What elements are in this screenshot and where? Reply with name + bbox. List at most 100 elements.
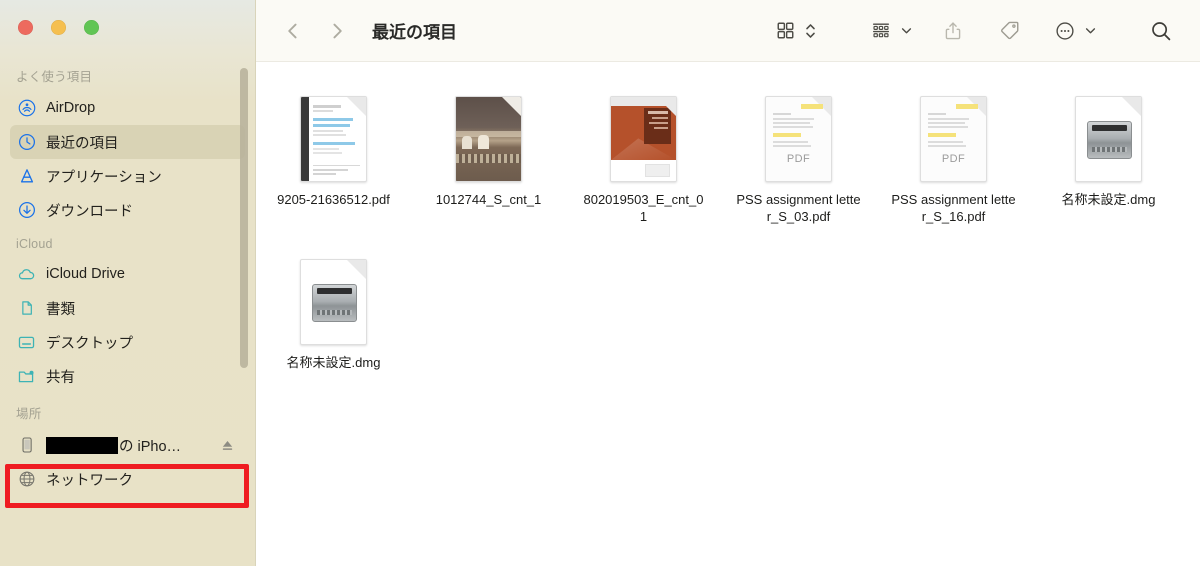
ellipsis-circle-icon: [1056, 21, 1074, 40]
page-title: 最近の項目: [372, 23, 457, 42]
sidebar-item-label: 共有: [46, 369, 75, 386]
main-panel: 最近の項目 9205-21636512.pdf 1012744_S_cnt_1 …: [256, 0, 1200, 566]
more-control-group: [1048, 14, 1098, 48]
chevron-up-down-icon: [805, 23, 815, 38]
view-control-group: [768, 14, 818, 48]
search-button[interactable]: [1144, 14, 1178, 48]
sidebar-item-network[interactable]: ネットワーク: [10, 462, 245, 496]
back-button[interactable]: [278, 16, 308, 46]
file-grid: 9205-21636512.pdf 1012744_S_cnt_1 802019…: [256, 62, 1200, 566]
file-item[interactable]: 802019503_E_cnt_01: [566, 84, 721, 225]
toolbar: 最近の項目: [256, 0, 1200, 62]
sidebar-item-label: アプリケーション: [46, 169, 162, 186]
brochure-preview-icon: [610, 96, 677, 182]
file-item[interactable]: PDF PSS assignment letter_S_16.pdf: [876, 84, 1031, 225]
file-item[interactable]: 1012744_S_cnt_1: [411, 84, 566, 225]
grid-view-icon: [777, 22, 793, 39]
sidebar-scrollbar[interactable]: [240, 68, 248, 368]
document-icon: [17, 299, 36, 318]
pdf-badge-label: PDF: [941, 153, 966, 165]
sidebar-item-label: デスクトップ: [46, 335, 133, 352]
chevron-down-icon: [901, 28, 911, 34]
sidebar-item-applications[interactable]: アプリケーション: [10, 159, 245, 193]
more-actions-button[interactable]: [1048, 14, 1082, 48]
finder-window: よく使う項目 AirDrop 最近の項目 アプリケーション ダウンロード iCl…: [0, 0, 1200, 566]
sidebar: よく使う項目 AirDrop 最近の項目 アプリケーション ダウンロード iCl…: [0, 0, 256, 566]
window-controls: [18, 20, 99, 35]
file-thumbnail: [455, 86, 522, 182]
sidebar-item-label: iCloud Drive: [46, 266, 125, 282]
file-name: 1012744_S_cnt_1: [435, 192, 542, 207]
downloads-icon: [17, 201, 36, 220]
pdf-icon: PDF: [765, 96, 832, 182]
group-by-control-group: [864, 14, 914, 48]
search-icon: [1152, 21, 1171, 40]
sidebar-item-label: 最近の項目: [46, 135, 119, 152]
pdf-badge-label: PDF: [786, 153, 811, 165]
file-item[interactable]: 名称未設定.dmg: [256, 247, 411, 371]
file-item[interactable]: PDF PSS assignment letter_S_03.pdf: [721, 84, 876, 225]
file-name: PSS assignment letter_S_16.pdf: [891, 192, 1016, 224]
file-item[interactable]: 9205-21636512.pdf: [256, 84, 411, 225]
grid-view-button[interactable]: [768, 14, 802, 48]
sidebar-item-label: ダウンロード: [46, 203, 133, 220]
maximize-button[interactable]: [84, 20, 99, 35]
sidebar-item-label: AirDrop: [46, 100, 96, 116]
network-globe-icon: [17, 470, 36, 489]
view-stepper-button[interactable]: [802, 20, 818, 42]
forward-button[interactable]: [322, 16, 352, 46]
airdrop-icon: [17, 99, 36, 118]
file-thumbnail: PDF: [765, 86, 832, 182]
file-name: 9205-21636512.pdf: [277, 192, 390, 207]
sidebar-item-label: の iPho…: [46, 435, 181, 456]
sidebar-item-iphone[interactable]: の iPho…: [10, 428, 245, 462]
tag-button[interactable]: [992, 14, 1026, 48]
photo-preview-icon: [455, 96, 522, 182]
toolbar-actions: [768, 14, 1200, 48]
share-icon: [945, 21, 961, 39]
sidebar-section-header-favorites: よく使う項目: [16, 70, 93, 84]
desktop-icon: [17, 333, 36, 352]
shared-folder-icon: [17, 367, 36, 386]
sidebar-item-airdrop[interactable]: AirDrop: [10, 91, 245, 125]
chevron-right-icon: [333, 23, 342, 38]
file-thumbnail: PDF: [920, 86, 987, 182]
group-by-button[interactable]: [864, 14, 898, 48]
clock-icon: [17, 133, 36, 152]
file-item[interactable]: 名称未設定.dmg: [1031, 84, 1186, 225]
file-thumbnail: [300, 249, 367, 345]
file-name: 名称未設定.dmg: [286, 355, 381, 370]
file-thumbnail: [1075, 86, 1142, 182]
file-thumbnail: [300, 86, 367, 182]
group-by-icon: [872, 23, 890, 37]
sidebar-item-downloads[interactable]: ダウンロード: [10, 193, 245, 227]
sidebar-item-shared[interactable]: 共有: [10, 359, 245, 393]
dmg-disk-icon: [300, 259, 367, 345]
dmg-disk-icon: [1075, 96, 1142, 182]
sidebar-item-icloud-drive[interactable]: iCloud Drive: [10, 257, 245, 291]
more-actions-dropdown-button[interactable]: [1082, 24, 1098, 37]
pdf-preview-icon: [300, 96, 367, 182]
chevron-left-icon: [288, 23, 297, 38]
sidebar-item-label: 書類: [46, 301, 75, 318]
redaction-bar: [46, 436, 118, 454]
file-name: 名称未設定.dmg: [1061, 192, 1156, 207]
pdf-icon: PDF: [920, 96, 987, 182]
file-name: 802019503_E_cnt_01: [583, 192, 704, 224]
share-button[interactable]: [936, 14, 970, 48]
sidebar-item-label: ネットワーク: [46, 472, 133, 489]
minimize-button[interactable]: [51, 20, 66, 35]
cloud-icon: [17, 265, 36, 284]
sidebar-section-header-icloud: iCloud: [16, 237, 53, 251]
sidebar-item-desktop[interactable]: デスクトップ: [10, 325, 245, 359]
sidebar-scroll-area: よく使う項目 AirDrop 最近の項目 アプリケーション ダウンロード iCl…: [0, 56, 255, 566]
iphone-icon: [17, 436, 36, 455]
group-by-dropdown-button[interactable]: [898, 24, 914, 37]
applications-icon: [17, 167, 36, 186]
sidebar-section-header-locations: 場所: [16, 407, 42, 421]
chevron-down-icon: [1085, 28, 1095, 34]
sidebar-item-documents[interactable]: 書類: [10, 291, 245, 325]
close-button[interactable]: [18, 20, 33, 35]
sidebar-item-recents[interactable]: 最近の項目: [10, 125, 245, 159]
eject-icon[interactable]: [220, 438, 235, 453]
